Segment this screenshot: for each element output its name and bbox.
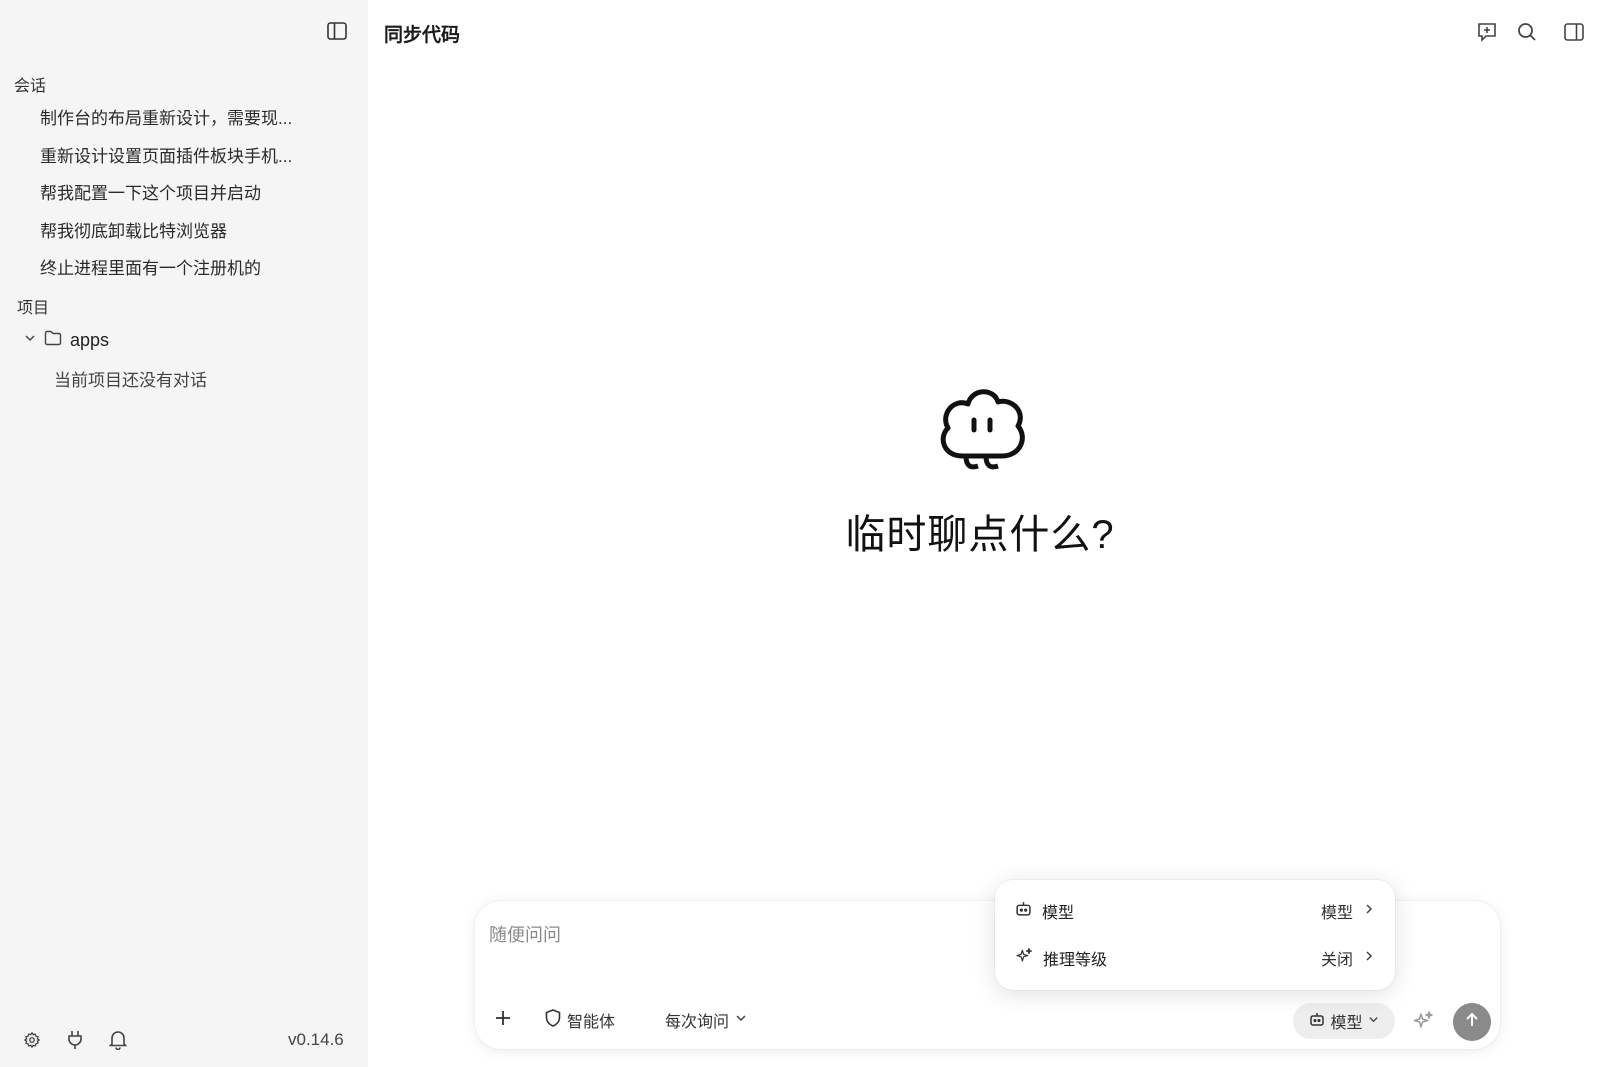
plus-icon [495,1010,511,1031]
project-empty-text: 当前项目还没有对话 [54,371,207,390]
settings-icon[interactable] [21,1029,43,1051]
chevron-right-icon [1363,949,1375,967]
attach-button[interactable] [495,1005,511,1035]
page-title: 同步代码 [384,25,461,46]
version-label: v0.14.6 [288,1030,344,1049]
sparkle-icon [1015,947,1033,970]
shield-icon [545,1008,561,1032]
popup-item-label: 模型 [1042,905,1075,922]
popup-item-reasoning-level[interactable]: 推理等级 关闭 [1015,941,1375,975]
robot-icon [1015,900,1032,922]
chevron-down-icon[interactable] [24,331,36,349]
agent-label: 智能体 [567,1014,616,1031]
chevron-right-icon [1363,902,1375,920]
robot-icon [1309,1011,1325,1032]
chevron-down-icon [735,1011,747,1029]
permission-label: 每次询问 [665,1014,730,1031]
plug-icon[interactable] [64,1029,86,1051]
model-settings-popup: 模型 模型 推理等级 关闭 [995,880,1395,990]
popup-item-model[interactable]: 模型 模型 [1015,894,1375,928]
model-label: 模型 [1330,1015,1363,1032]
popup-item-value: 关闭 [1320,952,1353,969]
search-icon[interactable] [1514,19,1540,45]
permission-dropdown[interactable]: 每次询问 [665,1005,747,1035]
folder-icon [44,330,62,351]
arrow-up-icon [1464,1012,1480,1033]
popup-item-label: 推理等级 [1043,952,1108,969]
model-selector-button[interactable]: 模型 [1293,1003,1395,1039]
mascot-cloud-icon [932,382,1032,482]
conversation-item[interactable]: 帮我配置一下这个项目并启动 [40,179,320,204]
sparkle-icon[interactable] [1409,1007,1437,1035]
new-chat-icon[interactable] [1474,19,1500,45]
project-folder-apps[interactable]: apps [24,328,109,352]
sidebar: 会话 制作台的布局重新设计，需要现... 重新设计设置页面插件板块手机... 帮… [0,0,368,1067]
conversation-item[interactable]: 帮我彻底卸载比特浏览器 [40,217,320,242]
conversation-item[interactable]: 终止进程里面有一个注册机的 [40,254,320,279]
send-button[interactable] [1453,1003,1491,1041]
bell-icon[interactable] [107,1029,129,1051]
projects-section-label: 项目 [17,300,50,317]
project-name: apps [70,329,110,350]
chevron-down-icon [1368,1012,1379,1030]
hero-heading: 临时聊点什么? [845,513,1115,557]
popup-item-value: 模型 [1320,905,1353,922]
sessions-section-label: 会话 [14,78,47,95]
message-input[interactable] [489,915,969,955]
conversation-item[interactable]: 制作台的布局重新设计，需要现... [40,104,320,129]
conversation-item[interactable]: 重新设计设置页面插件板块手机... [40,142,320,167]
agent-button[interactable]: 智能体 [545,1005,615,1035]
sidebar-toggle-icon[interactable] [324,19,350,43]
right-panel-toggle-icon[interactable] [1561,19,1587,45]
